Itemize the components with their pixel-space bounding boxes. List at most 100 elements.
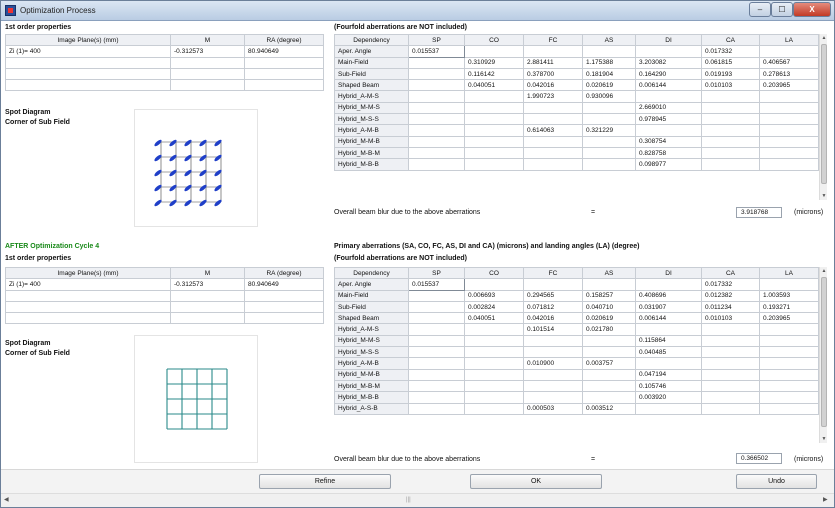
empty-cell[interactable] — [5, 289, 171, 302]
table-cell[interactable] — [408, 346, 465, 359]
table-cell[interactable] — [464, 379, 524, 393]
undo-button[interactable]: Undo — [736, 474, 817, 489]
table-cell[interactable] — [635, 45, 702, 58]
table-cell[interactable]: 0.071812 — [523, 300, 583, 314]
table-cell[interactable] — [701, 391, 760, 404]
close-button[interactable]: X — [793, 2, 831, 17]
table-cell[interactable]: 0.378700 — [523, 67, 583, 81]
table-cell[interactable]: 0.003512 — [582, 402, 636, 415]
table-cell[interactable] — [759, 334, 819, 348]
table-cell[interactable] — [408, 79, 465, 92]
table-cell[interactable] — [635, 90, 702, 103]
table-cell[interactable] — [582, 158, 636, 171]
table-cell[interactable] — [635, 124, 702, 137]
table-cell[interactable] — [464, 113, 524, 126]
table-cell[interactable] — [635, 357, 702, 370]
table-cell[interactable] — [464, 124, 524, 137]
table-cell[interactable]: 0.098977 — [635, 158, 702, 171]
table-cell[interactable]: 0.021780 — [582, 323, 636, 336]
table-cell[interactable] — [523, 379, 583, 393]
table-cell[interactable] — [701, 113, 760, 126]
table-cell[interactable] — [408, 300, 465, 314]
scroll-down-icon[interactable]: ▼ — [820, 435, 828, 443]
table-cell[interactable] — [759, 278, 819, 291]
table-cell[interactable]: 0.015537 — [408, 45, 465, 58]
table-cell[interactable]: 0.193271 — [759, 300, 819, 314]
table-cell[interactable] — [523, 45, 583, 58]
table-cell[interactable]: 0.294565 — [523, 289, 583, 302]
table-cell[interactable] — [523, 135, 583, 148]
row-header-cell[interactable]: Hybrid_M-M-B — [334, 135, 409, 148]
table-cell[interactable] — [701, 101, 760, 115]
table-cell[interactable] — [464, 357, 524, 370]
empty-cell[interactable] — [244, 312, 324, 325]
table-cell[interactable]: 0.040051 — [464, 79, 524, 92]
scroll-up-icon[interactable]: ▲ — [820, 267, 828, 275]
empty-cell[interactable] — [5, 56, 171, 69]
row-header-cell[interactable]: Zi (1)= 400 — [5, 278, 171, 291]
table-cell[interactable] — [408, 158, 465, 171]
table-cell[interactable] — [759, 158, 819, 171]
row-header-cell[interactable]: Shaped Beam — [334, 312, 409, 325]
table-cell[interactable]: 0.019193 — [701, 67, 760, 81]
table-cell[interactable] — [523, 101, 583, 115]
table-cell[interactable]: 0.003920 — [635, 391, 702, 404]
table-cell[interactable] — [408, 391, 465, 404]
table-cell[interactable] — [408, 402, 465, 415]
table-cell[interactable]: -0.312573 — [170, 45, 245, 58]
bottom-table-scrollbar[interactable]: ▲ ▼ — [819, 267, 827, 443]
table-cell[interactable]: 2.669010 — [635, 101, 702, 115]
table-cell[interactable] — [759, 379, 819, 393]
row-header-cell[interactable]: Hybrid_A-M-B — [334, 124, 409, 137]
row-header-cell[interactable]: Main-Field — [334, 289, 409, 302]
table-cell[interactable] — [701, 379, 760, 393]
table-cell[interactable] — [759, 391, 819, 404]
table-cell[interactable] — [464, 391, 524, 404]
scroll-grip-icon[interactable]: ||| — [406, 497, 411, 503]
table-cell[interactable] — [701, 158, 760, 171]
table-cell[interactable]: 0.101514 — [523, 323, 583, 336]
table-cell[interactable] — [759, 90, 819, 103]
table-cell[interactable]: 0.115864 — [635, 334, 702, 348]
table-cell[interactable] — [464, 402, 524, 415]
table-cell[interactable] — [582, 278, 636, 291]
table-cell[interactable]: 0.164290 — [635, 67, 702, 81]
table-cell[interactable] — [464, 368, 524, 381]
table-cell[interactable]: 0.006144 — [635, 79, 702, 92]
table-cell[interactable] — [701, 146, 760, 160]
table-cell[interactable]: 0.181904 — [582, 67, 636, 81]
table-cell[interactable] — [464, 346, 524, 359]
table-cell[interactable]: 0.015537 — [408, 278, 465, 291]
table-cell[interactable] — [701, 323, 760, 336]
table-cell[interactable] — [523, 346, 583, 359]
title-bar[interactable]: Optimization Process – ☐ X — [1, 1, 834, 21]
table-cell[interactable] — [408, 368, 465, 381]
table-cell[interactable] — [582, 334, 636, 348]
table-cell[interactable] — [701, 402, 760, 415]
table-cell[interactable]: 0.042016 — [523, 79, 583, 92]
table-cell[interactable] — [523, 278, 583, 291]
row-header-cell[interactable]: Shaped Beam — [334, 79, 409, 92]
table-cell[interactable] — [759, 124, 819, 137]
table-cell[interactable] — [523, 158, 583, 171]
table-cell[interactable]: 0.061815 — [701, 56, 760, 69]
table-cell[interactable]: 0.310929 — [464, 56, 524, 69]
empty-cell[interactable] — [5, 67, 171, 81]
table-cell[interactable] — [759, 113, 819, 126]
table-cell[interactable] — [464, 146, 524, 160]
table-cell[interactable]: 0.017332 — [701, 278, 760, 291]
table-cell[interactable] — [701, 135, 760, 148]
table-cell[interactable] — [408, 101, 465, 115]
empty-cell[interactable] — [170, 56, 245, 69]
scroll-left-icon[interactable]: ◀ — [4, 496, 9, 503]
table-cell[interactable]: 80.940649 — [244, 45, 324, 58]
table-cell[interactable] — [408, 334, 465, 348]
top-table-scrollbar[interactable]: ▲ ▼ — [819, 34, 827, 200]
table-cell[interactable]: 0.010103 — [701, 79, 760, 92]
table-cell[interactable] — [582, 135, 636, 148]
refine-button[interactable]: Refine — [259, 474, 391, 489]
table-cell[interactable] — [523, 391, 583, 404]
maximize-button[interactable]: ☐ — [771, 2, 793, 17]
table-cell[interactable] — [464, 278, 524, 291]
table-cell[interactable]: 0.020619 — [582, 312, 636, 325]
